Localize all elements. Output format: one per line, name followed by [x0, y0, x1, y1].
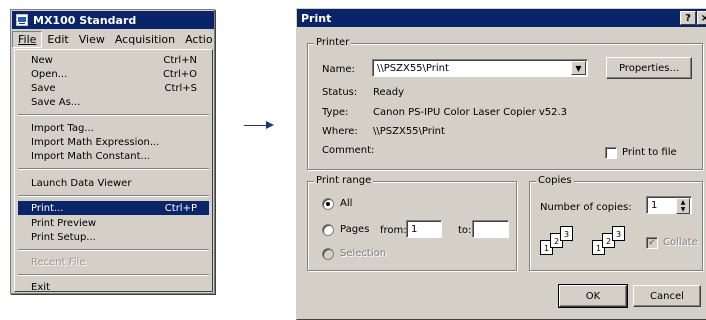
menu-separator — [18, 195, 209, 197]
copies-input[interactable]: 1 ▲ ▼ — [646, 196, 692, 214]
file-menu: New Ctrl+N Open... Ctrl+O Save Ctrl+S Sa… — [14, 49, 213, 294]
printer-name-value: \\PSZX55\Print — [377, 62, 449, 74]
from-input[interactable]: 1 — [406, 220, 442, 238]
menu-edit[interactable]: Edit — [42, 31, 73, 48]
to-label: to: — [458, 225, 472, 236]
status-label: Status: — [322, 87, 358, 98]
collate-illustration-1: 1 2 3 — [540, 226, 588, 262]
ok-button[interactable]: OK — [558, 284, 628, 308]
spinner-icon[interactable]: ▲ ▼ — [676, 198, 690, 214]
status-value: Ready — [373, 87, 405, 98]
menu-acquisition[interactable]: Acquisition — [110, 31, 180, 48]
chevron-down-icon[interactable]: ▼ — [571, 61, 586, 75]
where-value: \\PSZX55\Print — [373, 126, 445, 137]
selection-label: Selection — [340, 248, 387, 259]
menu-item-print-setup[interactable]: Print Setup... — [18, 230, 209, 244]
menu-item-print-preview[interactable]: Print Preview — [18, 216, 209, 230]
copies-group: Copies Number of copies: 1 ▲ ▼ 1 2 3 1 2 … — [529, 175, 703, 271]
menu-item-print[interactable]: Print... Ctrl+P — [18, 201, 209, 215]
menu-item-label: Print Preview — [31, 217, 97, 229]
app-icon — [16, 14, 28, 26]
menu-item-label: Import Math Constant... — [31, 150, 151, 162]
menu-separator — [18, 168, 209, 170]
menu-item-label: Import Tag... — [31, 122, 94, 134]
from-value: 1 — [411, 223, 418, 235]
menu-item-label: Open... — [31, 68, 68, 80]
from-label: from: — [380, 225, 407, 236]
app-titlebar: MX100 Standard — [12, 11, 214, 29]
print-to-file-checkbox[interactable] — [605, 147, 617, 159]
menu-action[interactable]: Actio — [180, 31, 214, 48]
comment-label: Comment: — [322, 145, 375, 156]
menu-item-exit[interactable]: Exit — [18, 280, 209, 294]
app-title: MX100 Standard — [33, 13, 137, 27]
menu-separator — [18, 274, 209, 276]
arrow-right-icon — [266, 121, 274, 129]
name-label: Name: — [322, 64, 355, 75]
menu-separator — [18, 114, 209, 116]
menu-item-shortcut: Ctrl+S — [164, 82, 197, 94]
where-label: Where: — [322, 126, 358, 137]
menu-item-shortcut: Ctrl+P — [164, 202, 197, 214]
menu-item-open[interactable]: Open... Ctrl+O — [18, 67, 209, 81]
dialog-title: Print — [301, 11, 332, 25]
menu-item-import-math-expression[interactable]: Import Math Expression... — [18, 135, 209, 149]
properties-button[interactable]: Properties... — [606, 57, 692, 79]
collate-label: Collate — [663, 237, 698, 248]
help-button[interactable]: ? — [680, 11, 696, 25]
menu-item-label: Launch Data Viewer — [31, 177, 132, 189]
menu-item-label: Exit — [31, 281, 50, 293]
menu-item-label: Print... — [31, 202, 64, 214]
to-input[interactable] — [472, 220, 509, 238]
menu-item-label: Print Setup... — [31, 231, 96, 243]
app-window: MX100 Standard File Edit View Acquisitio… — [10, 9, 215, 294]
type-value: Canon PS-IPU Color Laser Copier v52.3 — [373, 107, 568, 118]
pages-radio[interactable] — [322, 224, 334, 236]
dialog-titlebar: Print — [297, 9, 706, 27]
menu-item-label: Import Math Expression... — [31, 136, 160, 148]
page-icon: 3 — [612, 226, 625, 241]
all-radio[interactable] — [322, 198, 334, 210]
menu-item-label: Save — [31, 82, 56, 94]
menu-item-shortcut: Ctrl+N — [163, 54, 197, 66]
printer-legend: Printer — [314, 37, 352, 48]
arrow-line — [244, 125, 268, 126]
collate-illustration-2: 1 2 3 — [592, 226, 640, 262]
selection-radio — [322, 248, 334, 260]
menu-item-label: New — [31, 54, 53, 66]
menu-item-launch-data-viewer[interactable]: Launch Data Viewer — [18, 176, 209, 190]
menu-item-label: Save As... — [31, 96, 81, 108]
copies-legend: Copies — [536, 175, 574, 186]
all-label: All — [340, 198, 353, 209]
print-dialog: Print ? × Printer Name: \\PSZX55\Print ▼… — [296, 8, 706, 320]
menu-item-import-math-constant[interactable]: Import Math Constant... — [18, 149, 209, 163]
menu-item-new[interactable]: New Ctrl+N — [18, 53, 209, 67]
menu-item-recent-file: Recent File — [18, 255, 209, 269]
printer-group: Printer Name: \\PSZX55\Print ▼ Propertie… — [307, 37, 703, 170]
page-icon: 3 — [560, 226, 573, 241]
print-range-group: Print range All Pages from: 1 to: Select… — [307, 175, 517, 271]
copies-value: 1 — [651, 199, 658, 211]
print-range-legend: Print range — [314, 175, 374, 186]
menu-item-save[interactable]: Save Ctrl+S — [18, 81, 209, 95]
collate-checkbox: ✔ — [646, 237, 658, 249]
print-to-file-label: Print to file — [622, 147, 677, 158]
menu-view[interactable]: View — [74, 31, 110, 48]
pages-label: Pages — [340, 224, 370, 235]
menu-item-save-as[interactable]: Save As... — [18, 95, 209, 109]
menu-file[interactable]: File — [12, 30, 43, 48]
type-label: Type: — [322, 107, 349, 118]
menu-separator — [18, 249, 209, 251]
menu-item-import-tag[interactable]: Import Tag... — [18, 121, 209, 135]
menu-item-label: Recent File — [31, 256, 86, 268]
number-of-copies-label: Number of copies: — [540, 202, 632, 213]
printer-name-select[interactable]: \\PSZX55\Print ▼ — [372, 59, 588, 77]
menubar: File Edit View Acquisition Actio — [12, 30, 214, 48]
close-button[interactable]: × — [697, 11, 706, 25]
cancel-button[interactable]: Cancel — [633, 285, 701, 307]
menu-item-shortcut: Ctrl+O — [162, 68, 197, 80]
